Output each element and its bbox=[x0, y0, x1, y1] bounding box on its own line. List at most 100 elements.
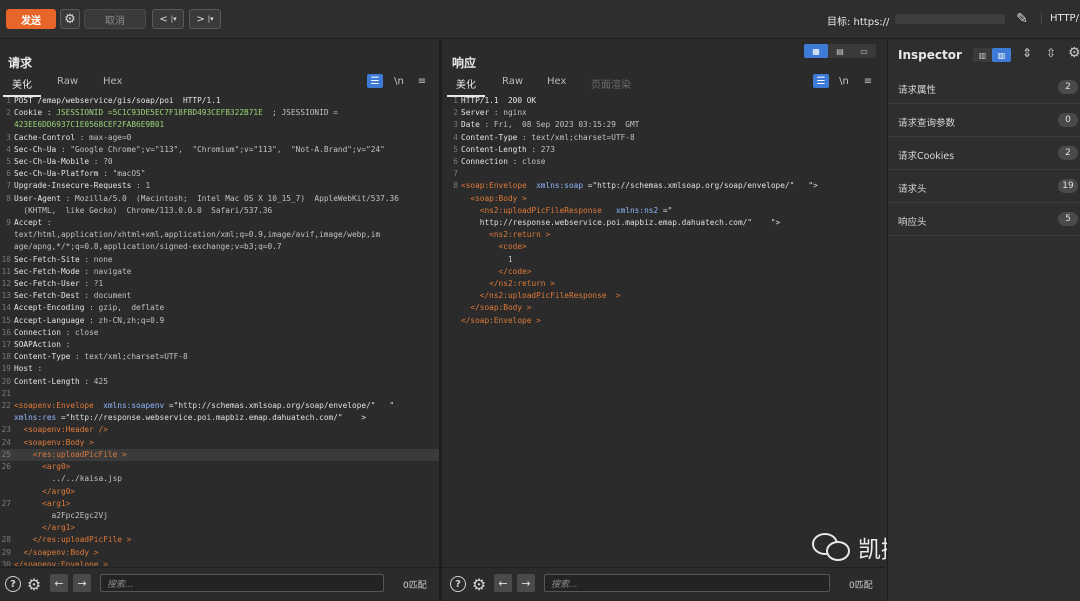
search-previous-button[interactable]: ← bbox=[494, 574, 512, 592]
code-line[interactable]: xmlns:res ="http://response.webservice.p… bbox=[0, 412, 439, 424]
wrap-toggle-button[interactable]: ☰ bbox=[367, 74, 383, 88]
code-line[interactable]: 20 Content-Length : 425 bbox=[0, 376, 439, 388]
code-line[interactable]: 15 Accept-Language : zh-CN,zh;q=0.9 bbox=[0, 315, 439, 327]
code-line[interactable]: 6 Sec-Ch-Ua-Platform : "macOS" bbox=[0, 168, 439, 180]
code-line[interactable]: 1 POST /emap/webservice/gis/soap/poi HTTP… bbox=[0, 95, 439, 107]
code-line[interactable]: 5 Content-Length : 273 bbox=[447, 144, 885, 156]
search-input[interactable]: 搜索... bbox=[544, 574, 830, 592]
code-line[interactable]: 7 Upgrade-Insecure-Requests : 1 bbox=[0, 180, 439, 192]
code-line[interactable]: 2 Cookie : JSESSIONID =5C1C93DE5EC7F18FBD… bbox=[0, 107, 439, 119]
code-line[interactable]: 14 Accept-Encoding : gzip, deflate bbox=[0, 302, 439, 314]
code-line[interactable]: </code> bbox=[447, 266, 885, 278]
wrap-toggle-button[interactable]: ☰ bbox=[813, 74, 829, 88]
code-line[interactable]: http://response.webservice.poi.mapbiz.em… bbox=[447, 217, 885, 229]
layout-split-vertical-button[interactable]: ▤ bbox=[828, 44, 852, 58]
code-line[interactable]: 13 Sec-Fetch-Dest : document bbox=[0, 290, 439, 302]
pane-menu-button[interactable]: ≡ bbox=[860, 74, 876, 88]
code-line[interactable]: 3 Cache-Control : max-age=0 bbox=[0, 132, 439, 144]
code-line[interactable]: 17 SOAPAction : bbox=[0, 339, 439, 351]
inspector-row[interactable]: 请求查询参数 0 bbox=[888, 104, 1080, 137]
code-line[interactable]: 6 Connection : close bbox=[447, 156, 885, 168]
tab-raw[interactable]: Raw bbox=[57, 76, 78, 87]
code-line[interactable]: 5 Sec-Ch-Ua-Mobile : ?0 bbox=[0, 156, 439, 168]
tab-pretty[interactable]: 美化 bbox=[3, 76, 41, 97]
code-line[interactable]: <ns2:return > bbox=[447, 229, 885, 241]
inspector-row[interactable]: 请求Cookies 2 bbox=[888, 137, 1080, 170]
help-icon[interactable]: ? bbox=[5, 576, 21, 592]
tab-hex[interactable]: Hex bbox=[103, 76, 122, 87]
search-previous-button[interactable]: ← bbox=[50, 574, 68, 592]
code-line[interactable]: </arg0> bbox=[0, 486, 439, 498]
code-line[interactable]: 30 </soapenv:Envelope > bbox=[0, 559, 439, 566]
request-editor[interactable]: 1 POST /emap/webservice/gis/soap/poi HTTP… bbox=[0, 95, 439, 566]
layout-tabs-button[interactable]: ▭ bbox=[852, 44, 876, 58]
expand-all-icon[interactable]: ⇕ bbox=[1022, 46, 1032, 60]
code-line[interactable]: 11 Sec-Fetch-Mode : navigate bbox=[0, 266, 439, 278]
layout-split-horizontal-button[interactable]: ▦ bbox=[804, 44, 828, 58]
inspector-row[interactable]: 响应头 5 bbox=[888, 203, 1080, 236]
code-line[interactable]: a2Fpc2Egc2Vj bbox=[0, 510, 439, 522]
inspector-row[interactable]: 请求属性 2 bbox=[888, 71, 1080, 104]
tab-raw[interactable]: Raw bbox=[502, 76, 523, 87]
code-line[interactable]: 10 Sec-Fetch-Site : none bbox=[0, 254, 439, 266]
newline-toggle-button[interactable]: \n bbox=[391, 74, 407, 88]
code-line[interactable]: ../../kaisa.jsp bbox=[0, 473, 439, 485]
code-line[interactable]: 23 <soapenv:Header /> bbox=[0, 424, 439, 436]
response-editor[interactable]: 1 HTTP/1.1 200 OK 2 Server : nginx 3 Date : F… bbox=[447, 95, 885, 566]
pane-menu-button[interactable]: ≡ bbox=[414, 74, 430, 88]
code-line[interactable]: <soap:Body > bbox=[447, 193, 885, 205]
inspector-row[interactable]: 请求头 19 bbox=[888, 170, 1080, 203]
inspector-layout-toggle[interactable]: ▥ ▥ bbox=[973, 48, 1011, 62]
code-line[interactable]: 18 Content-Type : text/xml;charset=UTF-8 bbox=[0, 351, 439, 363]
code-line[interactable]: 26 <arg0> bbox=[0, 461, 439, 473]
send-button[interactable]: 发送 bbox=[6, 9, 56, 29]
code-line[interactable]: 1 HTTP/1.1 200 OK bbox=[447, 95, 885, 107]
code-line[interactable]: 25 <res:uploadPicFile > bbox=[0, 448, 439, 462]
history-forward-button[interactable]: > |▾ bbox=[189, 9, 221, 29]
code-line[interactable]: </ns2:uploadPicFileResponse > bbox=[447, 290, 885, 302]
settings-gear-button[interactable]: ⚙ bbox=[60, 9, 80, 29]
code-line[interactable]: <ns2:uploadPicFileResponse xmlns:ns2 =" bbox=[447, 205, 885, 217]
code-line[interactable]: 24 <soapenv:Body > bbox=[0, 437, 439, 449]
tab-render[interactable]: 页面渲染 bbox=[591, 76, 631, 91]
code-line[interactable]: </soap:Body > bbox=[447, 302, 885, 314]
http-version-label[interactable]: HTTP/ bbox=[1041, 13, 1080, 24]
code-line[interactable]: 423EE6DD6937C1E0568CEF2FAB6E9B01 bbox=[0, 119, 439, 131]
help-icon[interactable]: ? bbox=[450, 576, 466, 592]
tab-pretty[interactable]: 美化 bbox=[447, 76, 485, 97]
code-line[interactable]: </arg1> bbox=[0, 522, 439, 534]
history-back-button[interactable]: < |▾ bbox=[152, 9, 184, 29]
code-line[interactable]: 29 </soapenv:Body > bbox=[0, 547, 439, 559]
code-line[interactable]: 8 User-Agent : Mozilla/5.0 (Macintosh; In… bbox=[0, 193, 439, 205]
code-line[interactable]: text/html,application/xhtml+xml,applicat… bbox=[0, 229, 439, 241]
code-line[interactable]: 22 <soapenv:Envelope xmlns:soapenv ="http… bbox=[0, 400, 439, 412]
code-line[interactable]: 3 Date : Fri, 08 Sep 2023 03:15:29 GMT bbox=[447, 119, 885, 131]
code-line[interactable]: 12 Sec-Fetch-User : ?1 bbox=[0, 278, 439, 290]
code-line[interactable]: (KHTML, like Gecko) Chrome/113.0.0.0 Saf… bbox=[0, 205, 439, 217]
tab-hex[interactable]: Hex bbox=[547, 76, 566, 87]
cancel-button[interactable]: 取消 bbox=[84, 9, 146, 29]
code-line[interactable]: 1 bbox=[447, 254, 885, 266]
edit-target-button[interactable]: ✎ bbox=[1012, 9, 1032, 29]
search-next-button[interactable]: → bbox=[517, 574, 535, 592]
code-line[interactable]: </ns2:return > bbox=[447, 278, 885, 290]
settings-gear-icon[interactable]: ⚙ bbox=[471, 575, 487, 594]
search-input[interactable]: 搜索... bbox=[100, 574, 384, 592]
code-line[interactable]: 4 Content-Type : text/xml;charset=UTF-8 bbox=[447, 132, 885, 144]
newline-toggle-button[interactable]: \n bbox=[836, 74, 852, 88]
code-line[interactable]: 19 Host : bbox=[0, 363, 439, 375]
code-line[interactable]: </soap:Envelope > bbox=[447, 315, 885, 327]
collapse-all-icon[interactable]: ⇳ bbox=[1046, 46, 1056, 60]
code-line[interactable]: 9 Accept : bbox=[0, 217, 439, 229]
code-line[interactable]: 28 </res:uploadPicFile > bbox=[0, 534, 439, 546]
code-line[interactable]: 4 Sec-Ch-Ua : "Google Chrome";v="113", "C… bbox=[0, 144, 439, 156]
code-line[interactable]: <code> bbox=[447, 241, 885, 253]
code-line[interactable]: age/apng,*/*;q=0.8,application/signed-ex… bbox=[0, 241, 439, 253]
code-line[interactable]: 8 <soap:Envelope xmlns:soap ="http://sche… bbox=[447, 180, 885, 192]
inspector-settings-icon[interactable]: ⚙ bbox=[1068, 45, 1080, 61]
code-line[interactable]: 16 Connection : close bbox=[0, 327, 439, 339]
code-line[interactable]: 2 Server : nginx bbox=[447, 107, 885, 119]
code-line[interactable]: 7 bbox=[447, 168, 885, 180]
settings-gear-icon[interactable]: ⚙ bbox=[26, 575, 42, 594]
search-next-button[interactable]: → bbox=[73, 574, 91, 592]
